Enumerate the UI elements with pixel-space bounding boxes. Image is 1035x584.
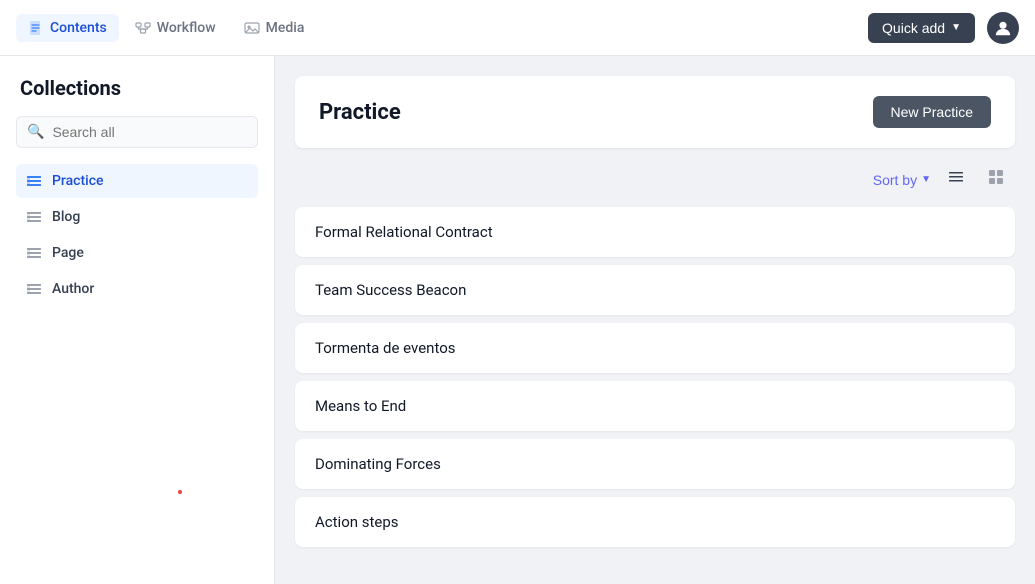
collection-icon-author	[26, 281, 42, 297]
nav-tabs: Contents Workflow Media	[16, 14, 868, 42]
list-item[interactable]: Action steps	[295, 497, 1015, 547]
list-item[interactable]: Tormenta de eventos	[295, 323, 1015, 373]
workflow-icon	[135, 20, 151, 36]
sidebar-item-practice-label: Practice	[52, 173, 104, 189]
list-item[interactable]: Means to End	[295, 381, 1015, 431]
list-icon	[947, 168, 965, 186]
chevron-down-icon: ▼	[951, 22, 961, 33]
sidebar-item-page[interactable]: Page	[16, 236, 258, 270]
tab-media-label: Media	[266, 20, 305, 36]
chevron-down-icon: ▼	[921, 174, 931, 185]
main-layout: Collections 🔍 Practice	[0, 56, 1035, 584]
sidebar-item-page-label: Page	[52, 245, 84, 261]
user-icon	[994, 19, 1012, 37]
tab-media[interactable]: Media	[232, 14, 317, 42]
sort-by-label: Sort by	[873, 172, 917, 188]
quick-add-button[interactable]: Quick add ▼	[868, 13, 975, 43]
list-item[interactable]: Team Success Beacon	[295, 265, 1015, 315]
tab-contents[interactable]: Contents	[16, 14, 119, 42]
content-title: Practice	[319, 100, 401, 125]
sidebar-title: Collections	[16, 76, 258, 100]
tab-workflow-label: Workflow	[157, 20, 216, 36]
content-area: Practice New Practice Sort by ▼	[275, 56, 1035, 584]
list-view-button[interactable]	[941, 164, 971, 195]
search-input[interactable]	[52, 124, 247, 140]
content-header: Practice New Practice	[295, 76, 1015, 148]
new-practice-button[interactable]: New Practice	[873, 96, 991, 128]
sidebar-item-author-label: Author	[52, 281, 94, 297]
tab-contents-label: Contents	[50, 20, 107, 36]
collection-icon-blog	[26, 209, 42, 225]
sort-by-button[interactable]: Sort by ▼	[873, 172, 931, 188]
quick-add-label: Quick add	[882, 20, 945, 36]
doc-icon	[28, 20, 44, 36]
nav-right: Quick add ▼	[868, 12, 1019, 44]
search-box[interactable]: 🔍	[16, 116, 258, 148]
toolbar: Sort by ▼	[295, 164, 1015, 195]
sidebar-item-author[interactable]: Author	[16, 272, 258, 306]
top-navigation: Contents Workflow Media Quick add ▼	[0, 0, 1035, 56]
collection-icon-page	[26, 245, 42, 261]
grid-icon	[987, 168, 1005, 186]
list-item[interactable]: Formal Relational Contract	[295, 207, 1015, 257]
avatar[interactable]	[987, 12, 1019, 44]
list-item[interactable]: Dominating Forces	[295, 439, 1015, 489]
search-icon: 🔍	[27, 124, 44, 140]
sidebar: Collections 🔍 Practice	[0, 56, 275, 584]
collection-icon-practice	[26, 173, 42, 189]
grid-view-button[interactable]	[981, 164, 1011, 195]
sidebar-item-blog[interactable]: Blog	[16, 200, 258, 234]
tab-workflow[interactable]: Workflow	[123, 14, 228, 42]
items-list: Formal Relational Contract Team Success B…	[295, 207, 1015, 547]
sidebar-item-blog-label: Blog	[52, 209, 80, 225]
media-icon	[244, 20, 260, 36]
sidebar-item-practice[interactable]: Practice	[16, 164, 258, 198]
